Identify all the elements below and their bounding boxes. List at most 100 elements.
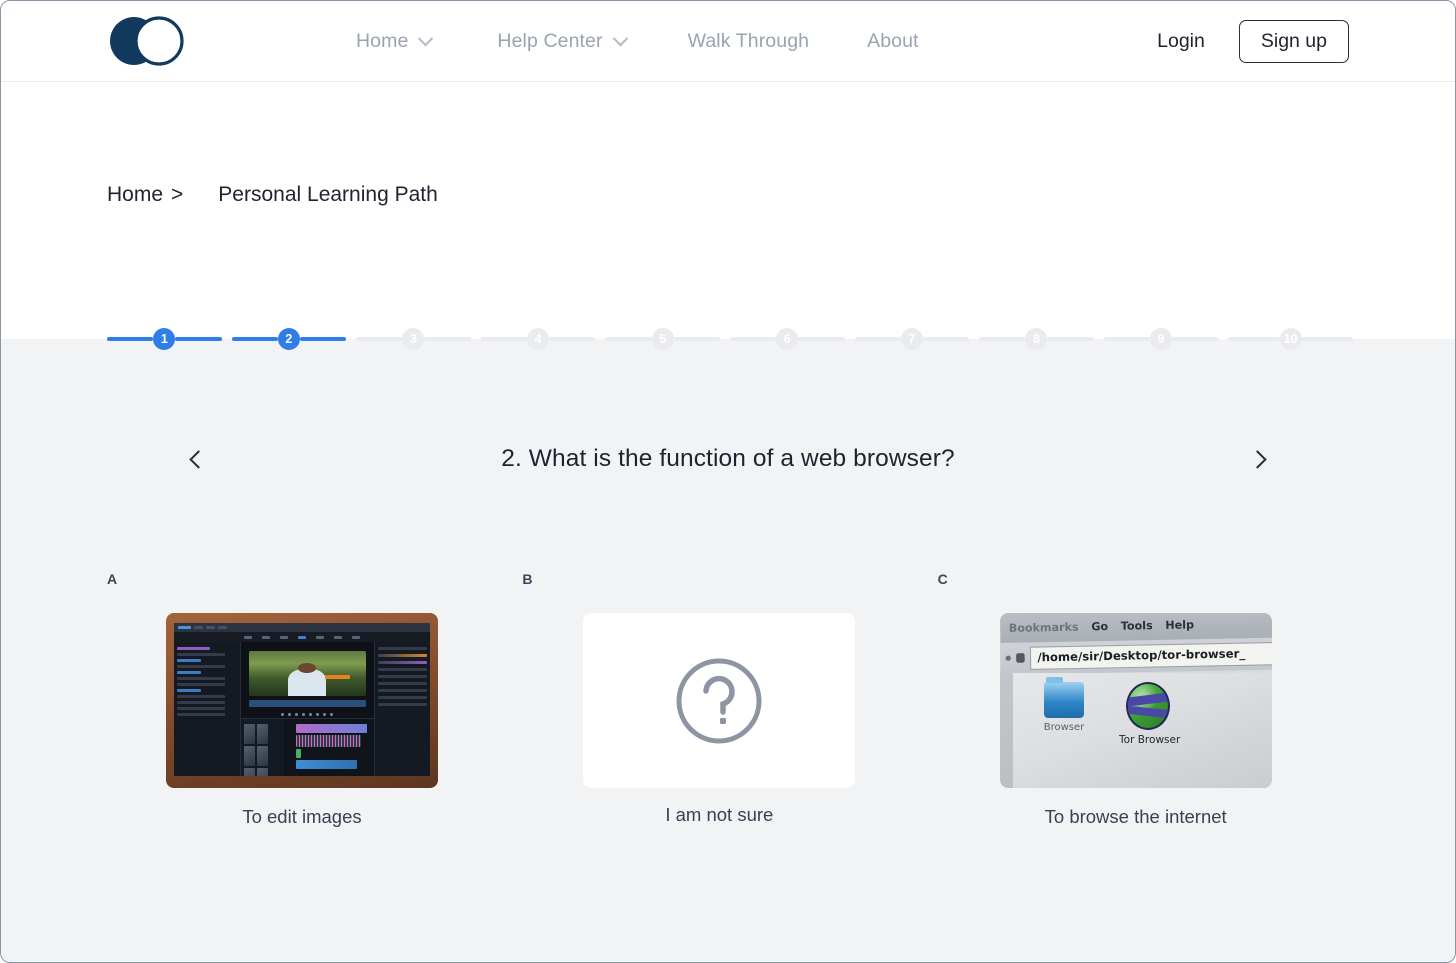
option-c-letter: C — [937, 571, 949, 587]
signup-button[interactable]: Sign up — [1238, 20, 1349, 63]
editor-scrubber — [248, 700, 366, 708]
folder-icon — [1044, 676, 1085, 718]
file-manager-contents: Browser Tor Browser — [999, 672, 1272, 788]
step-dot-7[interactable]: 7 — [900, 328, 923, 350]
top-navbar: Home Help Center Walk Through About Logi… — [1, 1, 1455, 82]
tor-browser-photo: Bookmarks Go Tools Help /home/sir/Deskto… — [999, 613, 1272, 788]
menu-help: Help — [1164, 618, 1194, 632]
tor-browser-label: Tor Browser — [1119, 733, 1181, 746]
chevron-right-icon — [1248, 449, 1267, 469]
chevron-down-icon — [612, 30, 628, 47]
editor-titlebar — [174, 623, 430, 632]
option-b-caption: I am not sure — [665, 804, 774, 825]
step-dot-4[interactable]: 4 — [527, 328, 550, 350]
step-segment-1: 1 — [107, 328, 232, 350]
nav-item-help-center[interactable]: Help Center — [497, 30, 628, 53]
nav-item-help-center-label: Help Center — [497, 30, 603, 52]
answer-option-b[interactable]: B I am not sure — [522, 571, 937, 828]
option-a-caption: To edit images — [242, 806, 362, 827]
editor-menubar — [174, 632, 430, 642]
editor-program-monitor — [248, 651, 366, 697]
step-line-before-9 — [1103, 337, 1151, 341]
step-dot-2[interactable]: 2 — [277, 328, 300, 350]
nav-item-about-label: About — [867, 30, 919, 52]
progress-stepper: 1 2 3 4 5 6 7 8 9 10 — [107, 320, 1353, 358]
breadcrumb-separator-icon: > — [171, 183, 184, 206]
nav-item-home-label: Home — [356, 30, 409, 52]
unsure-card — [583, 613, 856, 788]
step-dot-10[interactable]: 10 — [1279, 328, 1302, 350]
editor-effects-panel — [373, 642, 430, 776]
step-line-before-4 — [480, 337, 528, 341]
option-a-letter: A — [107, 571, 118, 587]
previous-question-button[interactable] — [181, 444, 211, 474]
laptop-photo — [166, 613, 438, 788]
option-a-image[interactable] — [166, 613, 438, 788]
step-line-after-7 — [922, 337, 970, 341]
step-segment-2: 2 — [231, 328, 357, 350]
chevron-left-icon — [189, 449, 208, 469]
step-segment-9: 9 — [1103, 328, 1229, 350]
step-segment-3: 3 — [356, 328, 481, 350]
option-b-image[interactable] — [583, 613, 856, 788]
step-dot-8[interactable]: 8 — [1025, 328, 1048, 350]
option-c-image[interactable]: Bookmarks Go Tools Help /home/sir/Deskto… — [999, 613, 1272, 788]
nav-item-walk-through[interactable]: Walk Through — [688, 30, 810, 53]
file-manager-pathbar: /home/sir/Desktop/tor-browser_ — [999, 637, 1272, 675]
step-line-after-5 — [673, 337, 720, 341]
breadcrumb-home[interactable]: Home — [107, 183, 163, 207]
editor-project-bins — [240, 719, 285, 776]
quiz-body: 2. What is the function of a web browser… — [1, 339, 1455, 962]
question-row: 2. What is the function of a web browser… — [181, 444, 1275, 474]
login-link[interactable]: Login — [1157, 30, 1205, 53]
step-segment-7: 7 — [854, 328, 980, 350]
menu-go: Go — [1090, 620, 1108, 634]
step-line-after-8 — [1047, 337, 1094, 341]
lock-icon — [1015, 653, 1025, 663]
step-dot-5[interactable]: 5 — [651, 328, 674, 350]
step-line-before-7 — [854, 337, 901, 341]
path-field: /home/sir/Desktop/tor-browser_ — [1029, 641, 1272, 670]
back-arrow-icon — [1005, 655, 1011, 662]
menu-tools: Tools — [1120, 619, 1153, 633]
step-line-before-8 — [979, 337, 1026, 341]
nav-item-about[interactable]: About — [867, 30, 918, 53]
step-segment-8: 8 — [979, 328, 1104, 350]
nav-item-home[interactable]: Home — [356, 30, 434, 53]
step-dot-6[interactable]: 6 — [776, 328, 799, 350]
step-line-before-6 — [729, 337, 777, 341]
tor-browser-item: Tor Browser — [1119, 681, 1181, 746]
next-question-button[interactable] — [1245, 444, 1275, 474]
editor-body — [174, 642, 430, 776]
step-line-before-3 — [356, 337, 403, 341]
step-line-after-3 — [424, 337, 471, 341]
step-dot-1[interactable]: 1 — [153, 328, 176, 350]
answer-option-c[interactable]: C Bookmarks Go Tools Help /home/sir/Desk… — [938, 571, 1353, 828]
answer-option-a[interactable]: A To edit images — [107, 571, 522, 828]
step-line-before-1 — [107, 337, 154, 341]
step-line-after-1 — [175, 337, 222, 341]
progress-stepper-wrap: 1 2 3 4 5 6 7 8 9 10 — [1, 320, 1455, 358]
breadcrumb: Home > Personal Learning Path — [107, 183, 438, 207]
nav-actions: Login Sign up — [1157, 1, 1349, 82]
step-dot-3[interactable]: 3 — [402, 328, 425, 350]
path-value: /home/sir/Desktop/tor-browser_ — [1036, 646, 1245, 665]
step-line-after-9 — [1172, 337, 1219, 341]
breadcrumb-section: Home > Personal Learning Path — [1, 82, 1455, 339]
step-line-before-10 — [1228, 337, 1280, 341]
page-frame: Home Help Center Walk Through About Logi… — [0, 0, 1456, 963]
overlay-title-graphic — [324, 674, 351, 679]
step-segment-10: 10 — [1228, 328, 1353, 350]
editor-left-panel — [174, 642, 241, 776]
editor-timeline — [284, 719, 374, 776]
step-line-before-5 — [605, 337, 652, 341]
nav-item-walk-through-label: Walk Through — [687, 30, 810, 52]
brand-logo[interactable] — [107, 15, 189, 67]
question-mark-circle-icon — [676, 658, 762, 743]
step-line-after-6 — [798, 337, 845, 341]
answer-options: A To edit images B I am not sure C Bookm… — [107, 571, 1353, 828]
step-dot-9[interactable]: 9 — [1150, 328, 1173, 350]
menu-bookmarks: Bookmarks — [1008, 620, 1079, 635]
step-segment-6: 6 — [729, 328, 855, 350]
desktop-icons: Browser Tor Browser — [1035, 676, 1181, 746]
